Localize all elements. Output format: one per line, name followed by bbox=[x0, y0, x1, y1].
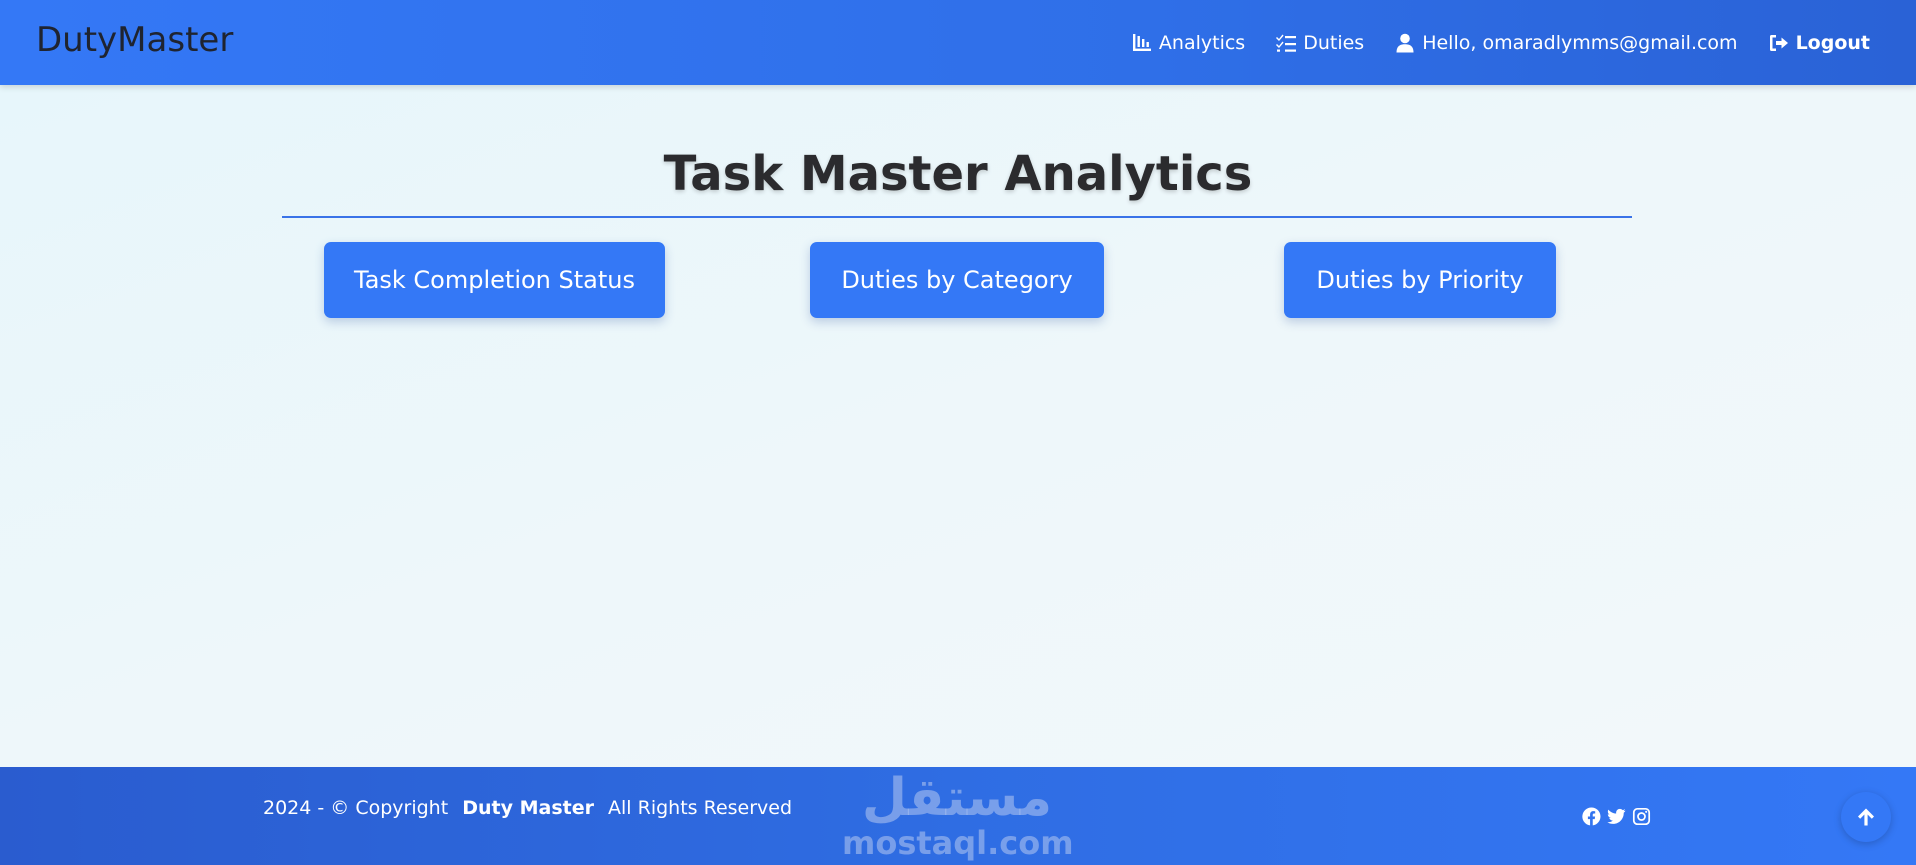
nav-logout-label: Logout bbox=[1795, 31, 1870, 54]
nav-links: Analytics Duties Hello, omaradlymms@gmai… bbox=[1132, 0, 1870, 85]
twitter-link[interactable] bbox=[1607, 807, 1626, 830]
list-check-icon bbox=[1276, 34, 1297, 52]
instagram-link[interactable] bbox=[1632, 807, 1651, 830]
nav-logout-link[interactable]: Logout bbox=[1769, 32, 1870, 54]
nav-user-greeting: Hello, omaradlymms@gmail.com bbox=[1422, 31, 1738, 54]
nav-duties-link[interactable]: Duties bbox=[1276, 32, 1364, 54]
back-to-top-button[interactable] bbox=[1841, 792, 1891, 842]
watermark-arabic: مستقل bbox=[861, 768, 1053, 828]
footer-copyright: 2024 - © Copyright Duty Master All Right… bbox=[263, 797, 792, 819]
instagram-icon bbox=[1632, 807, 1651, 826]
footer: 2024 - © Copyright Duty Master All Right… bbox=[0, 767, 1916, 865]
watermark-english: mostaql.com bbox=[842, 824, 1074, 862]
navbar: DutyMaster Analytics Duties Hello, omara… bbox=[0, 0, 1916, 85]
nav-analytics-link[interactable]: Analytics bbox=[1132, 32, 1245, 54]
duties-by-category-button[interactable]: Duties by Category bbox=[810, 242, 1104, 318]
user-icon bbox=[1396, 33, 1414, 52]
sign-out-icon bbox=[1769, 34, 1788, 51]
task-completion-status-button[interactable]: Task Completion Status bbox=[324, 242, 665, 318]
facebook-icon bbox=[1582, 807, 1601, 826]
brand-logo[interactable]: DutyMaster bbox=[36, 20, 233, 60]
duties-by-priority-button[interactable]: Duties by Priority bbox=[1284, 242, 1556, 318]
nav-duties-label: Duties bbox=[1303, 31, 1365, 54]
chart-line-icon bbox=[1132, 33, 1151, 51]
facebook-link[interactable] bbox=[1582, 807, 1601, 830]
copyright-prefix: 2024 - © Copyright bbox=[263, 797, 449, 819]
copyright-suffix: All Rights Reserved bbox=[608, 797, 793, 819]
twitter-icon bbox=[1607, 808, 1626, 824]
nav-user-link[interactable]: Hello, omaradlymms@gmail.com bbox=[1395, 31, 1738, 54]
nav-analytics-label: Analytics bbox=[1158, 31, 1246, 54]
social-links bbox=[1582, 807, 1651, 830]
arrow-up-icon bbox=[1858, 808, 1874, 826]
mostaql-watermark: مستقل mostaql.com bbox=[842, 768, 1074, 862]
page-title: Task Master Analytics bbox=[663, 146, 1253, 202]
title-divider bbox=[282, 216, 1632, 218]
copyright-brand: Duty Master bbox=[462, 797, 594, 819]
